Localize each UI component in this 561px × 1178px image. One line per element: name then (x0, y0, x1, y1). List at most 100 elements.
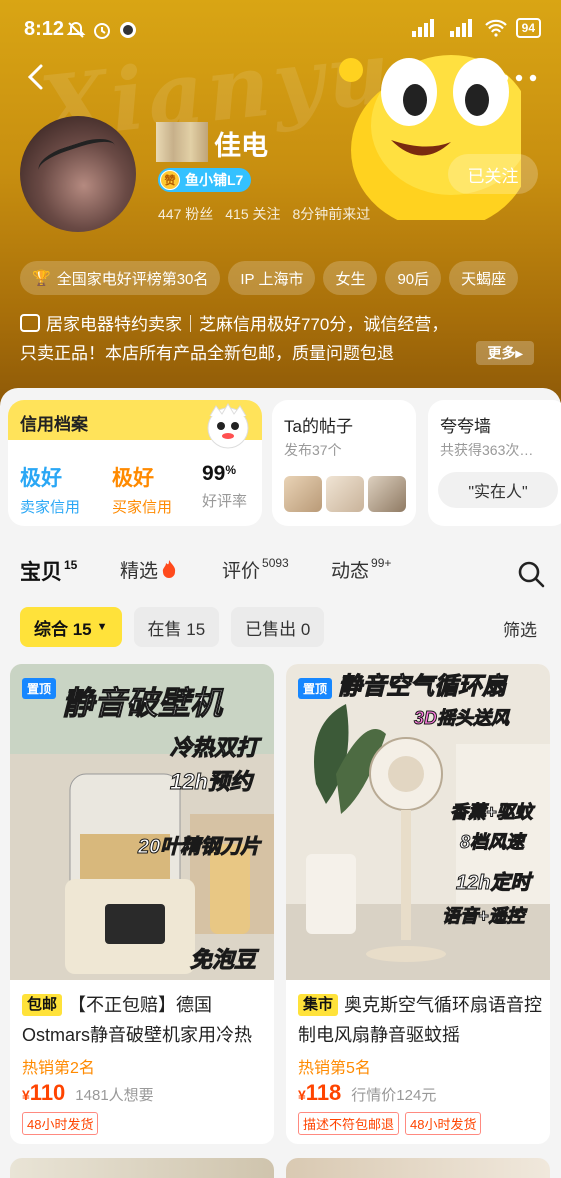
overlay-feature: 冷热双打 (169, 735, 259, 761)
tab-items[interactable]: 宝贝 15 (20, 556, 77, 586)
next-product-card-peek[interactable] (286, 1158, 550, 1178)
price-row: ¥118 行情价124元 (298, 1080, 436, 1106)
overlay-feature: 12h定时 (455, 872, 531, 895)
overlay-feature: 20叶精钢刀片 (137, 836, 261, 859)
seller-level-badge[interactable]: 赞 鱼小铺L7 (158, 168, 252, 192)
overlay-feature: 8档风速 (459, 832, 525, 853)
battery-indicator: 94 (515, 18, 541, 38)
filter-bar: 综合 15 ▼ 在售 15 已售出 0 (20, 607, 325, 647)
screen-filter-button[interactable]: 筛选 (503, 616, 537, 641)
post-thumbnail[interactable] (368, 476, 406, 512)
service-chip: 48小时发货 (22, 1112, 99, 1135)
status-notification-icons (66, 20, 138, 40)
profile-tags: 🏆 全国家电好评榜第30名 IP 上海市 女生 90后 天蝎座 (20, 261, 519, 295)
more-options-icon[interactable] (499, 68, 539, 88)
overlay-feature: 语音+遥控 (442, 906, 526, 927)
seller-credit: 极好 卖家信用 (20, 462, 80, 517)
search-icon[interactable] (517, 560, 545, 588)
sales-rank: 热销第5名 (298, 1060, 371, 1077)
pinned-badge: 置顶 (22, 678, 57, 699)
product-title[interactable]: 集市 奥克斯空气循环扇语音控制电风扇静音驱蚊摇 (298, 990, 542, 1050)
seller-credit-label: 卖家信用 (20, 499, 81, 516)
signal-icon (449, 19, 472, 37)
buyer-credit: 极好 买家信用 (112, 462, 172, 517)
tab-items-label: 宝贝 (20, 561, 62, 584)
follow-button[interactable]: 已关注 (448, 154, 538, 194)
praise-wall-card[interactable]: 夸夸墙 共获得363次… "实在人" (428, 400, 561, 526)
sold-filter-button[interactable]: 已售出 0 (231, 607, 325, 647)
back-arrow-icon[interactable] (22, 62, 52, 92)
posts-count: 发布37个 (284, 442, 342, 458)
shop-description: 居家电器特约卖家｜芝麻信用极好770分，诚信经营， 只卖正品！本店所有产品全新包… (20, 310, 540, 368)
age-tag: 90后 (385, 261, 442, 295)
price-value: 118 (305, 1080, 342, 1105)
positive-rate: 99% 好评率 (202, 462, 247, 511)
chevron-right-icon: ▸ (515, 344, 523, 361)
status-time: 8:12 (24, 18, 65, 40)
wifi-icon (484, 19, 507, 37)
tab-featured[interactable]: 精选 (120, 556, 178, 583)
tab-items-count: 15 (64, 558, 78, 572)
credit-title: 信用档案 (20, 415, 88, 434)
overlay-headline: 静音破壁机 (61, 685, 223, 722)
ranking-tag[interactable]: 🏆 全国家电好评榜第30名 (20, 261, 221, 295)
shop-avatar[interactable] (20, 116, 136, 232)
shop-name: 佳电 (214, 131, 268, 161)
currency-symbol: ¥ (298, 1087, 306, 1103)
fans-count[interactable]: 447 粉丝 (158, 204, 213, 224)
post-thumbnail[interactable] (284, 476, 322, 512)
app-notification-icon (120, 22, 136, 38)
credit-mascot-icon (207, 403, 249, 449)
next-product-card-peek[interactable] (10, 1158, 274, 1178)
service-chips: 描述不符包邮退 48小时发货 (298, 1112, 482, 1135)
positive-rate-label: 好评率 (202, 493, 248, 510)
credit-card[interactable]: 信用档案 极好 卖家信用 极好 买家信用 99% 好评率 (8, 400, 262, 526)
tab-featured-label: 精选 (120, 561, 159, 582)
product-title[interactable]: 包邮 【不正包赔】德国Ostmars静音破壁机家用冷热 (22, 990, 266, 1050)
praise-title: 夸夸墙 (440, 417, 491, 436)
product-image[interactable]: 静音空气循环扇 3D摇头送风 香薰+驱蚊 8档风速 12h定时 语音+遥控 置顶 (286, 664, 550, 980)
mute-bell-icon (66, 21, 86, 38)
posts-card[interactable]: Ta的帖子 发布37个 (272, 400, 416, 526)
name-redacted-block (156, 122, 208, 162)
tab-reviews-count: 5093 (262, 556, 289, 570)
seller-credit-value: 极好 (20, 467, 62, 490)
overlay-headline: 静音空气循环扇 (338, 673, 507, 701)
buyer-credit-label: 买家信用 (112, 499, 173, 516)
tab-reviews[interactable]: 评价 5093 (222, 556, 289, 583)
positive-rate-unit: % (225, 463, 237, 477)
overlay-feature: 12h预约 (170, 769, 253, 795)
on-sale-filter-button[interactable]: 在售 15 (133, 607, 220, 647)
market-price: 行情价124元 (351, 1087, 437, 1104)
post-thumbnail[interactable] (326, 476, 364, 512)
currency-symbol: ¥ (22, 1087, 30, 1103)
want-count: 1481人想要 (75, 1087, 154, 1104)
product-image[interactable]: 静音破壁机 冷热双打 12h预约 20叶精钢刀片 免泡豆 置顶 (10, 664, 274, 980)
following-count[interactable]: 415 关注 (225, 204, 280, 224)
product-card[interactable]: 静音破壁机 冷热双打 12h预约 20叶精钢刀片 免泡豆 置顶 包邮 【不正包赔】… (10, 664, 274, 1144)
sort-filter-button[interactable]: 综合 15 ▼ (20, 607, 122, 647)
overlay-feature: 免泡豆 (189, 947, 257, 973)
praise-tag-pill: "实在人" (438, 472, 558, 508)
shop-tabs: 宝贝 15 精选 评价 5093 动态 99+ (20, 556, 550, 592)
zodiac-tag: 天蝎座 (449, 261, 519, 295)
description-more-button[interactable]: 更多 ▸ (476, 341, 534, 365)
price-value: 110 (29, 1080, 66, 1105)
signal-hd-icon (411, 19, 434, 37)
zan-icon: 赞 (160, 170, 180, 190)
alarm-icon (94, 23, 110, 39)
seller-level-label: 鱼小铺L7 (185, 172, 244, 188)
tab-activity-count: 99+ (371, 556, 392, 570)
tab-reviews-label: 评价 (222, 561, 261, 582)
service-chips: 48小时发货 (22, 1112, 99, 1135)
tab-activity[interactable]: 动态 99+ (331, 556, 391, 583)
description-line-1: 居家电器特约卖家｜芝麻信用极好770分，诚信经营， (46, 315, 449, 334)
product-price: ¥118 (298, 1080, 341, 1106)
overlay-feature: 3D摇头送风 (413, 708, 510, 729)
praise-count: 共获得363次… (440, 442, 534, 458)
price-row: ¥110 1481人想要 (22, 1080, 154, 1106)
product-card[interactable]: 静音空气循环扇 3D摇头送风 香薰+驱蚊 8档风速 12h定时 语音+遥控 置顶… (286, 664, 550, 1144)
ranking-tag-label: 全国家电好评榜第30名 (56, 270, 209, 288)
caret-down-icon: ▼ (96, 621, 108, 633)
fire-icon (162, 560, 176, 578)
